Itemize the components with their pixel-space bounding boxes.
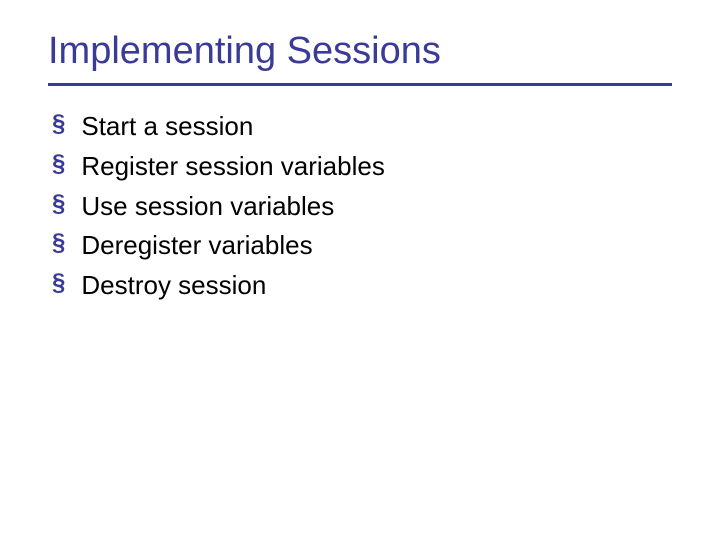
bullet-text: Deregister variables xyxy=(81,229,312,263)
list-item: § Destroy session xyxy=(52,269,672,303)
bullet-text: Use session variables xyxy=(81,190,334,224)
bullet-text: Destroy session xyxy=(81,269,266,303)
bullet-icon: § xyxy=(52,190,65,219)
list-item: § Start a session xyxy=(52,110,672,144)
bullet-icon: § xyxy=(52,150,65,179)
bullet-icon: § xyxy=(52,269,65,298)
list-item: § Deregister variables xyxy=(52,229,672,263)
title-underline xyxy=(48,83,672,86)
bullet-icon: § xyxy=(52,110,65,139)
bullet-text: Start a session xyxy=(81,110,253,144)
bullet-text: Register session variables xyxy=(81,150,384,184)
list-item: § Register session variables xyxy=(52,150,672,184)
bullet-list: § Start a session § Register session var… xyxy=(48,110,672,303)
slide-title: Implementing Sessions xyxy=(48,30,672,73)
bullet-icon: § xyxy=(52,229,65,258)
list-item: § Use session variables xyxy=(52,190,672,224)
